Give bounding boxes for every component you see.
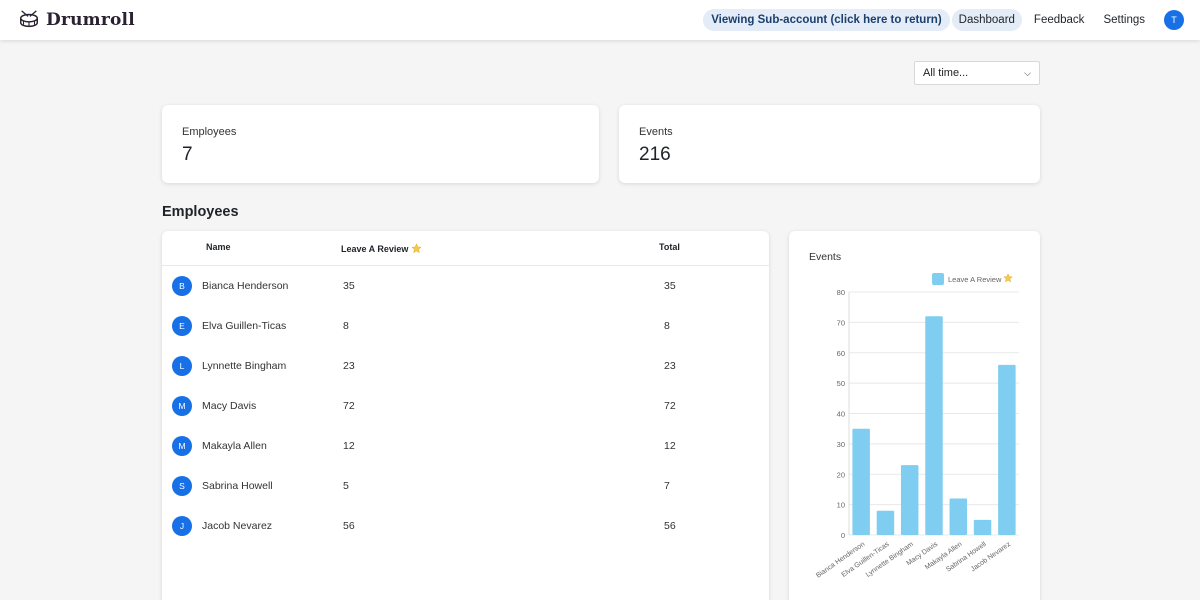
top-nav: Viewing Sub-account (click here to retur… <box>703 0 1184 40</box>
avatar: M <box>172 436 192 456</box>
stat-label: Events <box>639 126 673 138</box>
column-header-name[interactable]: Name <box>206 242 231 252</box>
y-tick-label: 10 <box>837 501 845 510</box>
table-row[interactable]: J Jacob Nevarez 56 56 <box>162 506 769 546</box>
avatar: J <box>172 516 192 536</box>
review-count: 72 <box>343 400 355 412</box>
table-row[interactable]: M Makayla Allen 12 12 <box>162 426 769 466</box>
column-header-total[interactable]: Total <box>659 242 680 252</box>
nav-dashboard[interactable]: Dashboard <box>951 9 1022 31</box>
avatar: B <box>172 276 192 296</box>
review-count: 12 <box>343 440 355 452</box>
employees-section-title: Employees <box>162 204 239 220</box>
time-range-select[interactable]: All time... ⌵ <box>914 61 1040 85</box>
y-tick-label: 40 <box>837 410 845 419</box>
employee-name: Sabrina Howell <box>202 480 273 492</box>
total-count: 12 <box>664 440 676 452</box>
employee-name: Makayla Allen <box>202 440 267 452</box>
table-row[interactable]: M Macy Davis 72 72 <box>162 386 769 426</box>
events-stat-card: Events 216 <box>619 105 1040 183</box>
table-row[interactable]: L Lynnette Bingham 23 23 <box>162 346 769 386</box>
y-tick-label: 50 <box>837 379 845 388</box>
review-count: 56 <box>343 520 355 532</box>
legend-label: Leave A Review <box>948 275 1002 284</box>
y-tick-label: 20 <box>837 470 845 479</box>
table-row[interactable]: B Bianca Henderson 35 35 <box>162 266 769 306</box>
total-count: 72 <box>664 400 676 412</box>
bar <box>900 465 919 535</box>
y-tick-label: 0 <box>841 531 845 540</box>
total-count: 35 <box>664 280 676 292</box>
total-count: 56 <box>664 520 676 532</box>
bar <box>925 316 943 535</box>
employee-name: Jacob Nevarez <box>202 520 273 532</box>
employee-name: Macy Davis <box>202 400 257 412</box>
bar <box>949 498 968 535</box>
stat-value: 216 <box>639 144 671 165</box>
column-header-label: Leave A Review <box>341 243 409 254</box>
bar <box>852 428 870 535</box>
user-avatar[interactable]: T <box>1164 10 1184 30</box>
events-chart-card: Events 0 10 20 30 40 50 60 70 80 Bianca Henderson… <box>789 231 1040 600</box>
review-count: 5 <box>343 480 349 492</box>
bar <box>876 510 895 535</box>
employee-name: Elva Guillen-Ticas <box>202 320 287 332</box>
star-icon <box>411 243 423 254</box>
table-row[interactable]: E Elva Guillen-Ticas 8 8 <box>162 306 769 346</box>
avatar: E <box>172 316 192 336</box>
drum-logo-icon <box>20 10 38 28</box>
y-tick-label: 60 <box>837 349 845 358</box>
y-tick-label: 80 <box>837 288 845 297</box>
nav-feedback[interactable]: Feedback <box>1034 14 1085 26</box>
column-header-label: Name <box>206 242 231 252</box>
total-count: 7 <box>664 480 670 492</box>
events-bar-chart: 01020304050607080Bianca HendersonElva Gu… <box>815 273 1019 580</box>
stat-value: 7 <box>182 144 193 165</box>
employees-table: Name Leave A Review Total B Bianca Hende… <box>162 231 769 600</box>
star-icon <box>1003 273 1013 283</box>
avatar: M <box>172 396 192 416</box>
brand-name: Drumroll <box>46 10 135 30</box>
avatar: S <box>172 476 192 496</box>
column-header-label: Total <box>659 242 680 252</box>
nav-settings[interactable]: Settings <box>1103 14 1145 26</box>
column-header-review[interactable]: Leave A Review <box>341 243 423 254</box>
top-header: Drumroll Viewing Sub-account (click here… <box>0 0 1200 40</box>
employee-name: Bianca Henderson <box>202 280 289 292</box>
y-tick-label: 30 <box>837 440 845 449</box>
employees-stat-card: Employees 7 <box>162 105 599 183</box>
bar <box>998 364 1016 535</box>
stat-label: Employees <box>182 126 237 138</box>
table-row[interactable]: S Sabrina Howell 5 7 <box>162 466 769 506</box>
employee-name: Lynnette Bingham <box>202 360 287 372</box>
legend-swatch <box>932 273 944 285</box>
bar <box>973 519 992 535</box>
return-subaccount-link[interactable]: Viewing Sub-account (click here to retur… <box>703 9 950 31</box>
review-count: 8 <box>343 320 349 332</box>
chevron-down-icon: ⌵ <box>1024 67 1031 78</box>
review-count: 23 <box>343 360 355 372</box>
brand-logo-link[interactable]: Drumroll <box>18 8 135 32</box>
y-tick-label: 70 <box>837 318 845 327</box>
total-count: 23 <box>664 360 676 372</box>
total-count: 8 <box>664 320 670 332</box>
avatar: L <box>172 356 192 376</box>
time-range-value: All time... <box>923 67 969 79</box>
review-count: 35 <box>343 280 355 292</box>
